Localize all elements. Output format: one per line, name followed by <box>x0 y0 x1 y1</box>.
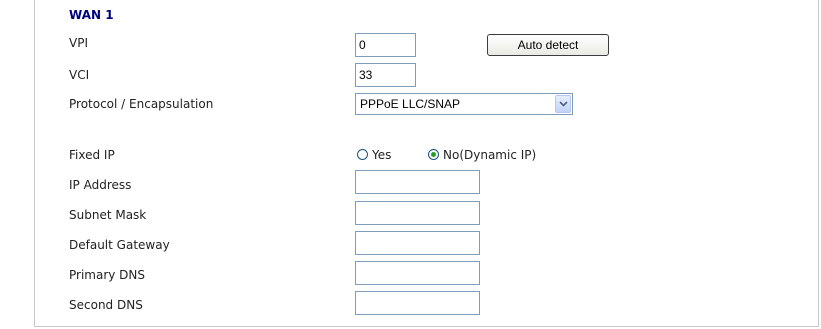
ip-address-label: IP Address <box>69 178 132 192</box>
second-dns-input[interactable] <box>355 291 480 315</box>
default-gateway-label: Default Gateway <box>69 238 170 252</box>
subnet-mask-input[interactable] <box>355 201 480 225</box>
fixed-ip-no-radio[interactable] <box>428 149 439 160</box>
protocol-select[interactable]: PPPoE LLC/SNAP <box>355 93 573 115</box>
fixed-ip-yes-label[interactable]: Yes <box>372 148 391 162</box>
default-gateway-input[interactable] <box>355 231 480 255</box>
fixed-ip-no-label[interactable]: No(Dynamic IP) <box>443 148 536 162</box>
vpi-label: VPI <box>69 36 88 50</box>
auto-detect-button[interactable]: Auto detect <box>487 34 609 56</box>
ip-address-input[interactable] <box>355 170 480 194</box>
section-title: WAN 1 <box>69 8 114 22</box>
protocol-label: Protocol / Encapsulation <box>69 97 214 111</box>
vci-label: VCI <box>69 68 90 82</box>
vpi-input[interactable]: 0 <box>355 33 416 57</box>
fixed-ip-label: Fixed IP <box>69 148 115 162</box>
subnet-mask-label: Subnet Mask <box>69 208 147 222</box>
fixed-ip-yes-radio[interactable] <box>357 149 368 160</box>
primary-dns-label: Primary DNS <box>69 268 146 282</box>
primary-dns-input[interactable] <box>355 261 480 285</box>
protocol-selected-value: PPPoE LLC/SNAP <box>360 97 461 111</box>
wan-settings-panel: WAN 1 VPI 0 Auto detect VCI 33 Protocol … <box>34 0 819 327</box>
chevron-down-icon[interactable] <box>555 95 571 113</box>
second-dns-label: Second DNS <box>69 298 143 312</box>
vci-input[interactable]: 33 <box>355 63 416 87</box>
